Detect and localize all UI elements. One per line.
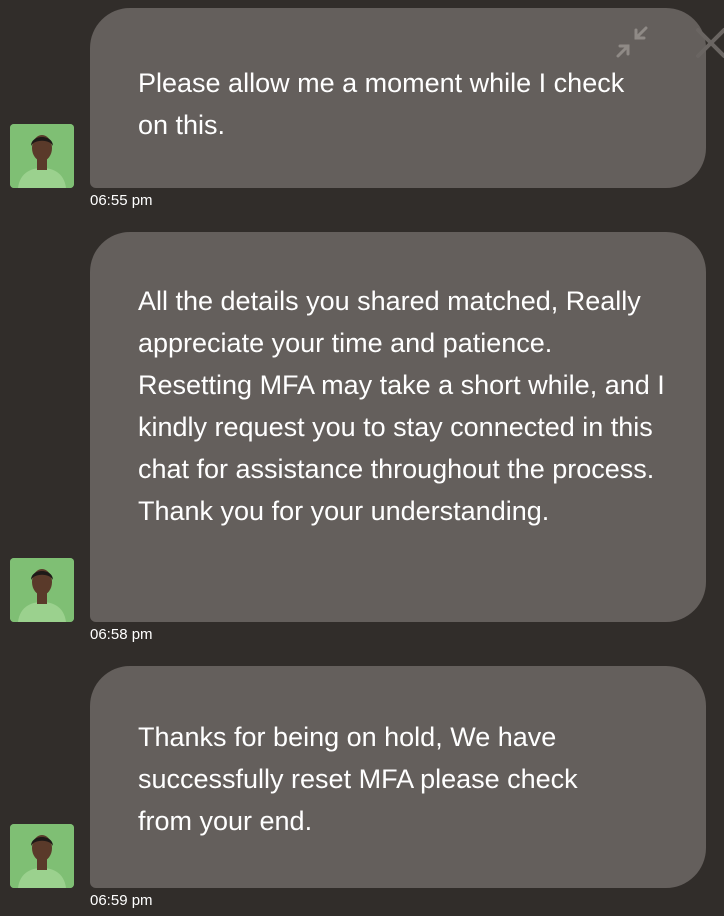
collapse-arrows-icon <box>616 26 648 58</box>
message-text: Please allow me a moment while I check o… <box>138 68 625 140</box>
message-timestamp: 06:55 pm <box>90 192 153 209</box>
message-bubble: Thanks for being on hold, We have succes… <box>90 666 706 888</box>
person-icon <box>10 558 74 622</box>
message-bubble: All the details you shared matched, Real… <box>90 232 706 622</box>
minimize-button[interactable] <box>614 24 650 60</box>
chat-transcript: Please allow me a moment while I check o… <box>0 0 724 916</box>
message-timestamp: 06:59 pm <box>90 892 153 909</box>
person-icon <box>10 124 74 188</box>
close-icon <box>696 28 724 58</box>
close-button[interactable] <box>694 24 724 60</box>
message-text: All the details you shared matched, Real… <box>138 286 665 526</box>
message-timestamp: 06:58 pm <box>90 626 153 643</box>
agent-avatar <box>10 558 74 622</box>
person-icon <box>10 824 74 888</box>
agent-avatar <box>10 824 74 888</box>
message-text: Thanks for being on hold, We have succes… <box>138 722 578 836</box>
agent-avatar <box>10 124 74 188</box>
